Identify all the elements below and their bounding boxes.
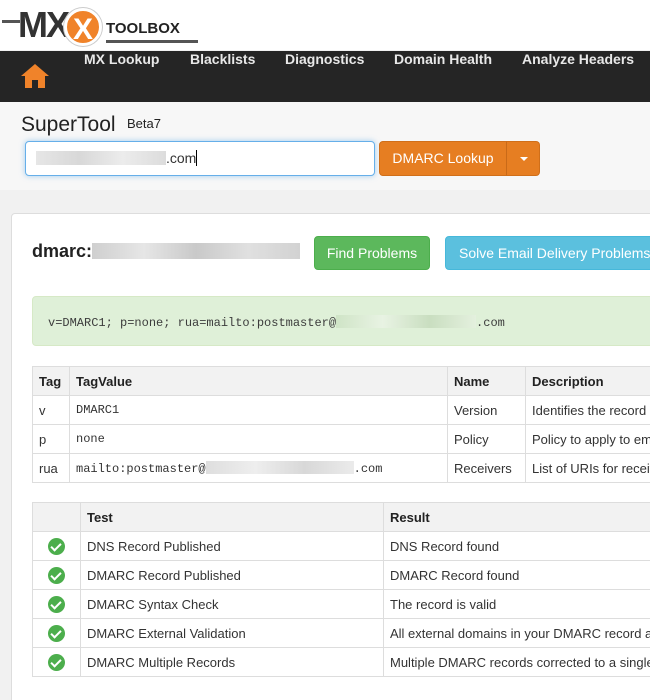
tag-name-cell: Policy [447, 424, 526, 454]
logo-bar: MX X TOOLBOX [0, 0, 650, 50]
status-cell [32, 531, 81, 561]
tag-name-cell: Version [447, 395, 526, 425]
test-result-cell: All external domains in your DMARC recor… [383, 618, 650, 648]
column-header: Result [383, 502, 650, 532]
tag-cell: rua [32, 453, 70, 483]
test-name-cell: DMARC Syntax Check [80, 589, 384, 619]
tag-cell: v [32, 395, 70, 425]
table-row: DMARC Record Published DMARC Record foun… [32, 560, 650, 590]
status-cell [32, 618, 81, 648]
table-header-row: Test Result [32, 502, 650, 532]
tag-desc-cell: Policy to apply to em [525, 424, 650, 454]
column-header [32, 502, 81, 532]
dmarc-lookup-button[interactable]: DMARC Lookup [379, 141, 507, 176]
column-header: Test [80, 502, 384, 532]
test-name-cell: DNS Record Published [80, 531, 384, 561]
dmarc-record-text: v=DMARC1; p=none; rua=mailto:postmaster@… [32, 296, 650, 346]
test-result-cell: Multiple DMARC records corrected to a si… [383, 647, 650, 677]
column-header: Description [525, 366, 650, 396]
tag-cell: p [32, 424, 70, 454]
domain-search-input[interactable]: .com [25, 141, 375, 176]
redacted-domain [92, 243, 301, 259]
status-cell [32, 589, 81, 619]
tag-value-cell: DMARC1 [69, 395, 448, 425]
tag-table: Tag TagValue Name Description v DMARC1 V… [32, 366, 650, 483]
check-icon [48, 537, 65, 555]
table-row: p none Policy Policy to apply to em [32, 424, 650, 454]
tag-value-cell: mailto:postmaster@ .com [69, 453, 448, 483]
logo-toolbox-text: TOOLBOX [106, 20, 180, 37]
redacted-domain [205, 460, 354, 474]
home-icon[interactable] [18, 62, 52, 90]
tag-desc-cell: Identifies the record r [525, 395, 650, 425]
input-suffix: .com [166, 150, 197, 166]
test-name-cell: DMARC Multiple Records [80, 647, 384, 677]
column-header: Tag [32, 366, 70, 396]
value-prefix: mailto:postmaster@ [76, 461, 206, 476]
tag-value-cell: none [69, 424, 448, 454]
check-icon [48, 566, 65, 584]
nav-item-mx-lookup[interactable]: MX Lookup [84, 51, 159, 102]
table-row: rua mailto:postmaster@ .com Receivers Lis… [32, 453, 650, 483]
test-name-cell: DMARC External Validation [80, 618, 384, 648]
supertool-section: SuperTool Beta7 .com DMARC Lookup [0, 102, 650, 190]
mxtoolbox-logo[interactable]: MX X TOOLBOX [2, 4, 202, 46]
column-header: Name [447, 366, 526, 396]
status-cell [32, 647, 81, 677]
supertool-beta: Beta7 [127, 116, 161, 131]
test-results-table: Test Result DNS Record Published DNS Rec… [32, 502, 650, 677]
test-result-cell: DMARC Record found [383, 560, 650, 590]
text-caret [196, 150, 198, 166]
check-icon [48, 595, 65, 613]
tag-name-cell: Receivers [447, 453, 526, 483]
logo-wire-underline [106, 40, 198, 43]
table-row: DMARC Syntax Check The record is valid [32, 589, 650, 619]
record-prefix: v=DMARC1; p=none; rua=mailto:postmaster@ [48, 316, 337, 330]
test-name-cell: DMARC Record Published [80, 560, 384, 590]
solve-email-delivery-button[interactable]: Solve Email Delivery Problems [445, 236, 650, 270]
table-header-row: Tag TagValue Name Description [32, 366, 650, 396]
table-row: DMARC External Validation All external d… [32, 618, 650, 648]
value-suffix: .com [353, 461, 383, 476]
column-header: TagValue [69, 366, 448, 396]
nav-item-diagnostics[interactable]: Diagnostics [285, 51, 364, 102]
heading-prefix: dmarc: [32, 241, 93, 261]
logo-x-circle: X [64, 8, 102, 46]
find-problems-button[interactable]: Find Problems [314, 236, 430, 270]
nav-item-domain-health[interactable]: Domain Health [394, 51, 492, 102]
nav-item-analyze-headers[interactable]: Analyze Headers [522, 51, 634, 102]
redacted-domain [36, 151, 166, 165]
result-heading: dmarc: [32, 241, 301, 262]
lookup-dropdown-button[interactable] [506, 141, 540, 176]
logo-mx-text: MX [18, 4, 70, 45]
supertool-title: SuperTool [21, 113, 116, 136]
table-row: v DMARC1 Version Identifies the record r [32, 395, 650, 425]
test-result-cell: DNS Record found [383, 531, 650, 561]
check-icon [48, 624, 65, 642]
check-icon [48, 653, 65, 671]
table-row: DMARC Multiple Records Multiple DMARC re… [32, 647, 650, 677]
record-suffix: .com [476, 316, 505, 330]
redacted-domain [336, 315, 477, 328]
chevron-down-icon [520, 157, 528, 161]
status-cell [32, 560, 81, 590]
main-nav: MX Lookup Blacklists Diagnostics Domain … [0, 51, 650, 102]
table-row: DNS Record Published DNS Record found [32, 531, 650, 561]
test-result-cell: The record is valid [383, 589, 650, 619]
tag-desc-cell: List of URIs for receiv [525, 453, 650, 483]
nav-item-blacklists[interactable]: Blacklists [190, 51, 255, 102]
